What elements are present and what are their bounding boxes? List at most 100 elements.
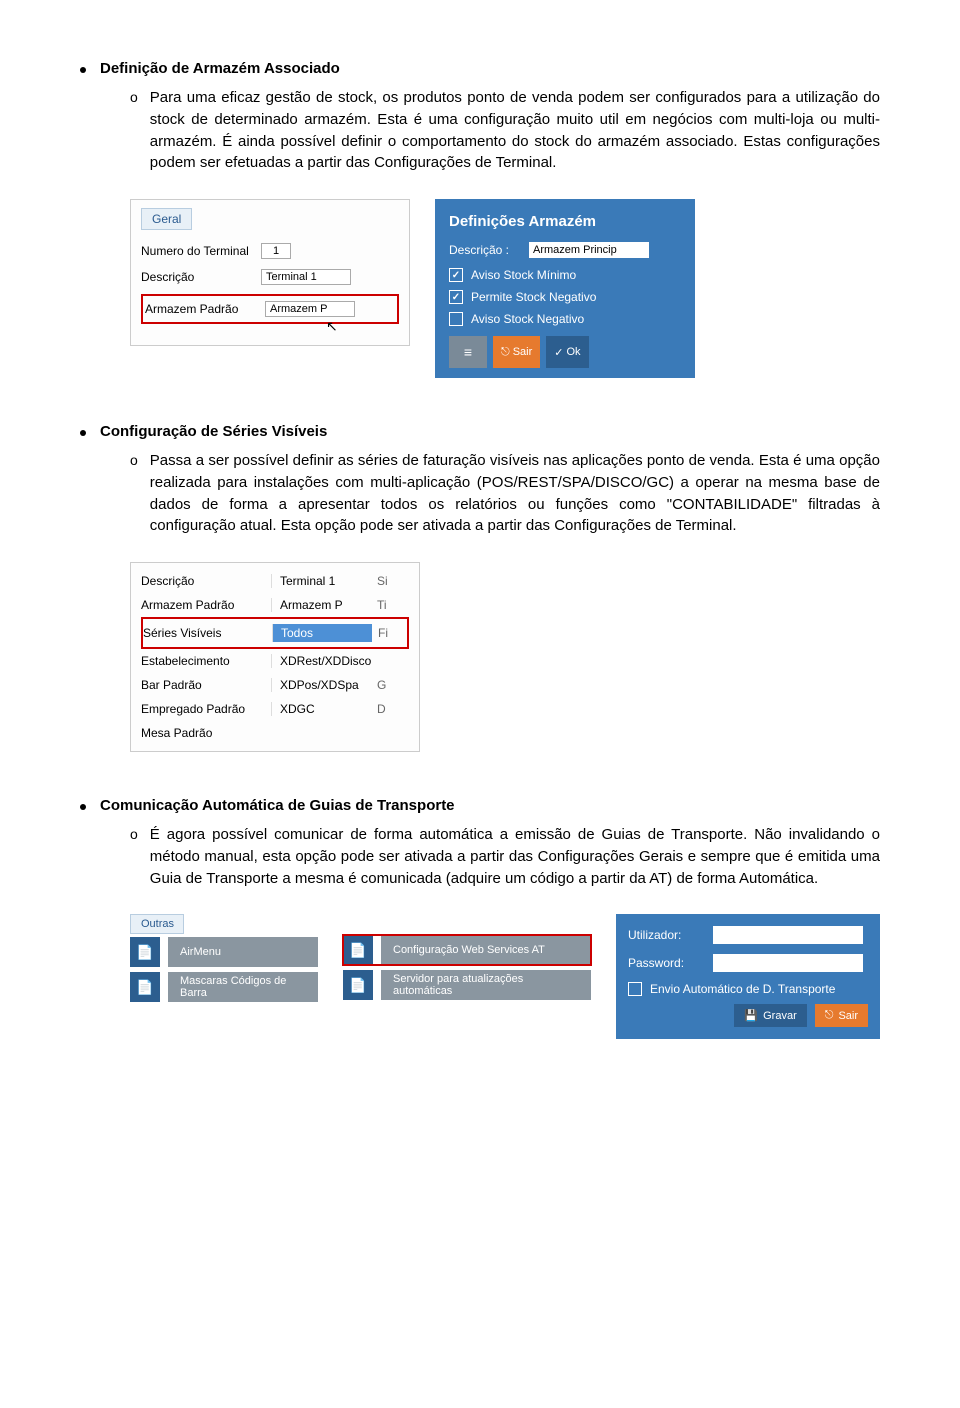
- section-series: Configuração de Séries Visíveis o Passa …: [80, 423, 880, 752]
- series-row[interactable]: Séries VisíveisTodosFi: [141, 617, 409, 649]
- panel-title: Definições Armazém: [449, 213, 681, 230]
- panel-geral: Geral Numero do Terminal Descrição Armaz…: [130, 199, 410, 346]
- chk-label: Aviso Stock Mínimo: [471, 268, 576, 282]
- checkbox-icon[interactable]: [628, 982, 642, 996]
- series-row: DescriçãoTerminal 1Si: [141, 569, 409, 593]
- series-label: Bar Padrão: [141, 678, 271, 692]
- sair-button[interactable]: ⎋ Sair: [815, 1004, 868, 1027]
- section-text: Passa a ser possível definir as séries d…: [150, 450, 880, 537]
- input-descricao[interactable]: [261, 269, 351, 285]
- input-utilizador[interactable]: [713, 926, 863, 944]
- series-label: Armazem Padrão: [141, 598, 271, 612]
- series-value[interactable]: Todos: [272, 624, 372, 642]
- input-armazem[interactable]: [265, 301, 355, 317]
- btn-label: Configuração Web Services AT: [393, 944, 545, 956]
- checkbox-icon[interactable]: [449, 290, 463, 304]
- label-password: Password:: [628, 956, 703, 970]
- exit-icon: ⎋: [825, 1009, 834, 1022]
- tab-geral[interactable]: Geral: [141, 208, 192, 230]
- list-icon: 📄: [130, 937, 160, 967]
- input-desc-arm[interactable]: [529, 242, 649, 258]
- section-text: Para uma eficaz gestão de stock, os prod…: [150, 87, 880, 174]
- bullet-icon: [80, 430, 86, 436]
- label-desc: Descrição :: [449, 243, 529, 257]
- row-password: Password:: [628, 954, 868, 972]
- bullet-icon: [80, 67, 86, 73]
- series-value: Armazem P: [271, 598, 371, 612]
- section-armazem: Definição de Armazém Associado o Para um…: [80, 60, 880, 378]
- series-label: Séries Visíveis: [143, 626, 273, 640]
- section-title: Comunicação Automática de Guias de Trans…: [100, 797, 455, 814]
- airmenu-button[interactable]: 📄 AirMenu: [130, 937, 318, 967]
- btn-label: Servidor para atualizações automáticas: [393, 973, 579, 997]
- exit-icon: ⎋: [501, 346, 510, 359]
- ok-label: Ok: [566, 346, 580, 358]
- section-body: o Passa a ser possível definir as séries…: [130, 450, 880, 537]
- row-numero-terminal: Numero do Terminal: [141, 238, 399, 264]
- sub-marker: o: [130, 87, 138, 108]
- input-numero[interactable]: [261, 243, 291, 259]
- list-icon: 📄: [343, 935, 373, 965]
- menu-button[interactable]: ≡: [449, 336, 487, 368]
- config-webservices-button[interactable]: 📄 Configuração Web Services AT: [343, 935, 591, 965]
- row-envio-auto[interactable]: Envio Automático de D. Transporte: [628, 982, 868, 996]
- chk-label: Envio Automático de D. Transporte: [650, 982, 835, 996]
- check-icon: ✓: [554, 346, 563, 359]
- series-col3: G: [371, 678, 385, 692]
- button-column-mid: 📄 Configuração Web Services AT 📄 Servido…: [343, 935, 591, 1000]
- sair-button[interactable]: ⎋Sair: [493, 336, 540, 368]
- btn-label: Sair: [838, 1010, 858, 1022]
- row-descricao: Descrição: [141, 264, 399, 290]
- series-value: Terminal 1: [271, 574, 371, 588]
- btn-label: AirMenu: [180, 946, 221, 958]
- sub-marker: o: [130, 824, 138, 845]
- input-password[interactable]: [713, 954, 863, 972]
- series-row: Mesa Padrão: [141, 721, 409, 745]
- ok-button[interactable]: ✓Ok: [546, 336, 588, 368]
- bullet-icon: [80, 804, 86, 810]
- section-title: Definição de Armazém Associado: [100, 60, 340, 77]
- screenshot-row-2: DescriçãoTerminal 1Si Armazem PadrãoArmaz…: [130, 562, 880, 752]
- series-label: Empregado Padrão: [141, 702, 271, 716]
- section-body: o É agora possível comunicar de forma au…: [130, 824, 880, 889]
- series-row: Bar PadrãoXDPos/XDSpaG: [141, 673, 409, 697]
- checkbox-icon[interactable]: [449, 268, 463, 282]
- panel-series: DescriçãoTerminal 1Si Armazem PadrãoArmaz…: [130, 562, 420, 752]
- series-label: Estabelecimento: [141, 654, 271, 668]
- section-header: Comunicação Automática de Guias de Trans…: [80, 797, 880, 814]
- series-col3: Ti: [371, 598, 385, 612]
- section-text: É agora possível comunicar de forma auto…: [150, 824, 880, 889]
- gravar-button[interactable]: 💾Gravar: [734, 1004, 806, 1027]
- label-utilizador: Utilizador:: [628, 928, 703, 942]
- button-column-left: Outras 📄 AirMenu 📄 Mascaras Códigos de B…: [130, 914, 318, 1002]
- series-value: XDGC: [271, 702, 371, 716]
- label-armazem: Armazem Padrão: [145, 302, 265, 316]
- series-col3: Fi: [372, 626, 386, 640]
- series-row: EstabelecimentoXDRest/XDDisco: [141, 649, 409, 673]
- list-icon: 📄: [343, 970, 373, 1000]
- at-button-row: 💾Gravar ⎋ Sair: [628, 1004, 868, 1027]
- mascaras-button[interactable]: 📄 Mascaras Códigos de Barra: [130, 972, 318, 1002]
- list-icon: 📄: [130, 972, 160, 1002]
- series-label: Descrição: [141, 574, 271, 588]
- series-col3: Si: [371, 574, 385, 588]
- screenshot-row-3: Outras 📄 AirMenu 📄 Mascaras Códigos de B…: [130, 914, 880, 1039]
- series-value: XDPos/XDSpa: [271, 678, 371, 692]
- btn-label: Mascaras Códigos de Barra: [180, 975, 306, 999]
- row-permite-negativo[interactable]: Permite Stock Negativo: [449, 290, 681, 304]
- section-header: Configuração de Séries Visíveis: [80, 423, 880, 440]
- label-descricao: Descrição: [141, 270, 261, 284]
- panel-definicoes-armazem: Definições Armazém Descrição : Aviso Sto…: [435, 199, 695, 378]
- series-value: XDRest/XDDisco: [271, 654, 371, 668]
- label-numero: Numero do Terminal: [141, 244, 261, 258]
- screenshot-row-1: Geral Numero do Terminal Descrição Armaz…: [130, 199, 880, 378]
- chk-label: Permite Stock Negativo: [471, 290, 596, 304]
- tab-outras[interactable]: Outras: [130, 914, 184, 934]
- section-title: Configuração de Séries Visíveis: [100, 423, 327, 440]
- series-label: Mesa Padrão: [141, 726, 271, 740]
- series-row: Empregado PadrãoXDGCD: [141, 697, 409, 721]
- series-col3: D: [371, 702, 385, 716]
- cursor-icon: ↖: [326, 318, 584, 335]
- row-aviso-minimo[interactable]: Aviso Stock Mínimo: [449, 268, 681, 282]
- servidor-atualizacoes-button[interactable]: 📄 Servidor para atualizações automáticas: [343, 970, 591, 1000]
